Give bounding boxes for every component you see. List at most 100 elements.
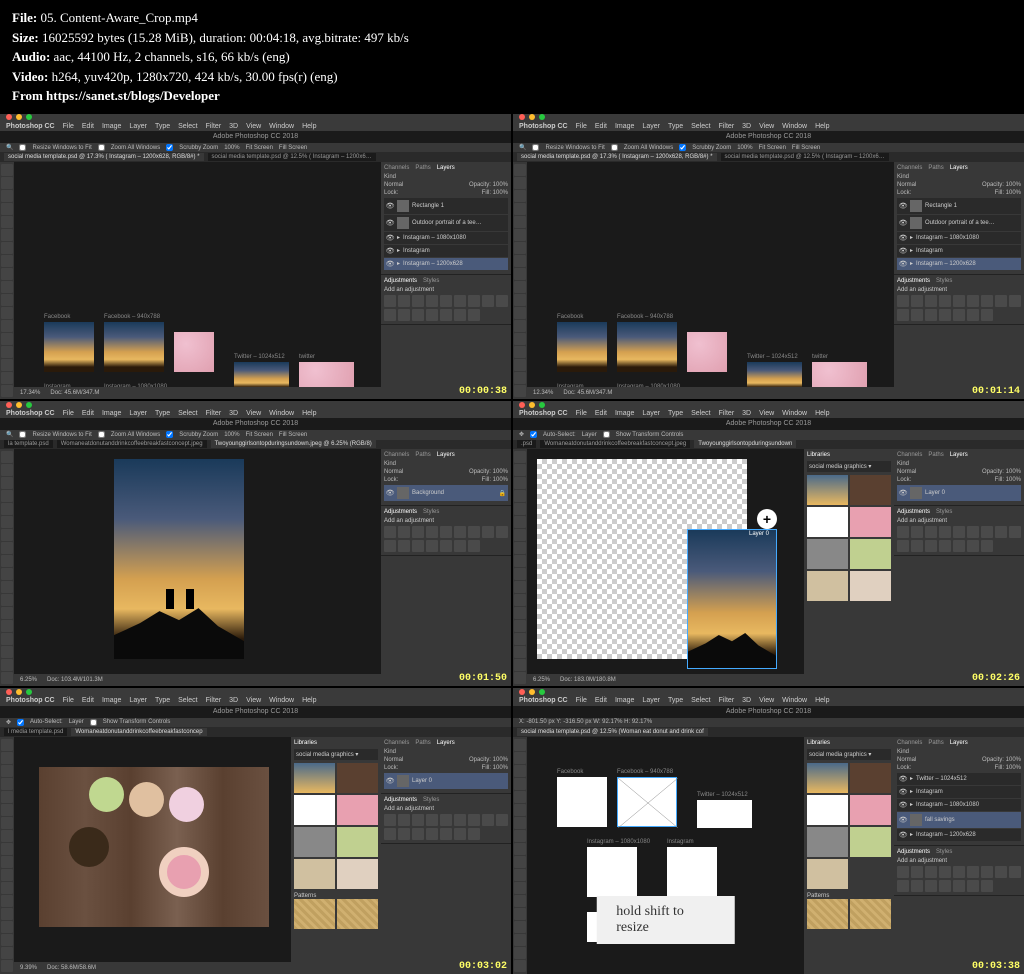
artboard-facebook-940[interactable] <box>617 777 677 827</box>
library-dropdown[interactable]: social media graphics ▾ <box>294 749 378 760</box>
document-tab[interactable]: la template.psd <box>4 440 53 448</box>
menu-3d[interactable]: 3D <box>229 410 238 417</box>
menu-help[interactable]: Help <box>302 697 316 704</box>
maximize-icon[interactable] <box>539 114 545 120</box>
visibility-icon[interactable]: 👁 <box>899 219 907 227</box>
adjustment-icon[interactable] <box>967 526 979 538</box>
menu-image[interactable]: Image <box>615 123 634 130</box>
adjustment-icon[interactable] <box>953 309 965 321</box>
tool-17[interactable] <box>514 385 526 397</box>
adjustment-icon[interactable] <box>925 309 937 321</box>
adjustment-icon[interactable] <box>967 309 979 321</box>
adjustment-icon[interactable] <box>897 866 909 878</box>
maximize-icon[interactable] <box>539 689 545 695</box>
layer-row[interactable]: 👁Outdoor portrait of a tee… <box>897 215 1021 231</box>
adjustment-icon[interactable] <box>384 295 396 307</box>
adjustment-icon[interactable] <box>995 866 1007 878</box>
autoselect-checkbox[interactable] <box>17 719 24 726</box>
tool-1[interactable] <box>514 464 526 476</box>
panel-tab-channels[interactable]: Channels <box>384 740 409 746</box>
menu-file[interactable]: File <box>576 697 587 704</box>
menu-file[interactable]: File <box>63 697 74 704</box>
menu-select[interactable]: Select <box>691 697 710 704</box>
library-item[interactable] <box>807 795 848 825</box>
layer-row[interactable]: 👁▸Instagram – 1200x628 <box>897 829 1021 841</box>
adjustment-icon[interactable] <box>454 526 466 538</box>
artboard[interactable] <box>747 362 802 387</box>
zoomall-checkbox[interactable] <box>98 431 105 438</box>
maximize-icon[interactable] <box>26 114 32 120</box>
adjustment-icon[interactable] <box>426 814 438 826</box>
visibility-icon[interactable]: 👁 <box>386 260 394 268</box>
layer-row[interactable]: 👁Rectangle 1 <box>897 198 1021 214</box>
tool-12[interactable] <box>1 895 13 907</box>
tool-5[interactable] <box>1 804 13 816</box>
visibility-icon[interactable]: 👁 <box>899 788 907 796</box>
menu-select[interactable]: Select <box>178 410 197 417</box>
tool-4[interactable] <box>1 791 13 803</box>
menu-filter[interactable]: Filter <box>719 410 735 417</box>
tool-7[interactable] <box>1 830 13 842</box>
tool-6[interactable] <box>514 242 526 254</box>
tool-7[interactable] <box>514 830 526 842</box>
tool-15[interactable] <box>514 934 526 946</box>
menu-file[interactable]: File <box>63 123 74 130</box>
tool-10[interactable] <box>514 869 526 881</box>
tool-13[interactable] <box>514 620 526 632</box>
menu-select[interactable]: Select <box>691 410 710 417</box>
visibility-icon[interactable]: 👁 <box>899 247 907 255</box>
panel-tab-adjustments[interactable]: Adjustments <box>897 278 930 284</box>
layer-row[interactable]: 👁▸Instagram <box>897 786 1021 798</box>
menu-image[interactable]: Image <box>102 697 121 704</box>
library-item[interactable] <box>807 475 848 505</box>
app-menu[interactable]: Photoshop CC <box>519 123 568 130</box>
tool-10[interactable] <box>514 581 526 593</box>
tool-9[interactable] <box>1 856 13 868</box>
pattern-item[interactable] <box>850 899 891 929</box>
adjustment-icon[interactable] <box>897 295 909 307</box>
app-menu[interactable]: Photoshop CC <box>6 697 55 704</box>
visibility-icon[interactable]: 👁 <box>386 202 394 210</box>
tool-5[interactable] <box>514 516 526 528</box>
layer-row[interactable]: 👁Layer 0 <box>897 485 1021 501</box>
menu-file[interactable]: File <box>576 410 587 417</box>
tool-0[interactable] <box>514 164 526 176</box>
panel-tab-layers[interactable]: Layers <box>950 452 968 458</box>
panel-tab-styles[interactable]: Styles <box>936 278 952 284</box>
tool-2[interactable] <box>514 190 526 202</box>
adjustment-icon[interactable] <box>496 526 508 538</box>
layer-row[interactable]: 👁▸Instagram – 1080x1080 <box>384 232 508 244</box>
adjustment-icon[interactable] <box>981 880 993 892</box>
zoom-100-button[interactable]: 100% <box>224 432 239 438</box>
adjustment-icon[interactable] <box>384 309 396 321</box>
tool-1[interactable] <box>1 177 13 189</box>
tool-9[interactable] <box>514 568 526 580</box>
canvas[interactable]: FacebookFacebook – 940x788Twitter – 1024… <box>14 162 381 399</box>
adjustment-icon[interactable] <box>1009 295 1021 307</box>
tool-11[interactable] <box>514 307 526 319</box>
panel-tab-paths[interactable]: Paths <box>928 165 943 171</box>
tool-5[interactable] <box>514 229 526 241</box>
menu-3d[interactable]: 3D <box>742 410 751 417</box>
chevron-icon[interactable]: ▸ <box>397 247 400 254</box>
adjustment-icon[interactable] <box>440 526 452 538</box>
fill-screen-button[interactable]: Fill Screen <box>792 145 820 151</box>
resize-checkbox[interactable] <box>19 144 26 151</box>
adjustment-icon[interactable] <box>398 309 410 321</box>
library-item[interactable] <box>850 507 891 537</box>
tool-11[interactable] <box>1 594 13 606</box>
artboard[interactable] <box>687 332 727 372</box>
resize-checkbox[interactable] <box>532 144 539 151</box>
menu-view[interactable]: View <box>246 697 261 704</box>
tool-2[interactable] <box>514 765 526 777</box>
menu-type[interactable]: Type <box>668 123 683 130</box>
layer-dropdown[interactable]: Layer <box>69 719 84 725</box>
panel-tab-channels[interactable]: Channels <box>897 165 922 171</box>
panel-tab-channels[interactable]: Channels <box>384 165 409 171</box>
layer-row[interactable]: 👁▸Instagram – 1200x628 <box>384 258 508 270</box>
menu-view[interactable]: View <box>759 123 774 130</box>
chevron-icon[interactable]: ▸ <box>910 775 913 782</box>
tool-4[interactable] <box>514 791 526 803</box>
adjustment-icon[interactable] <box>967 866 979 878</box>
tool-2[interactable] <box>1 477 13 489</box>
